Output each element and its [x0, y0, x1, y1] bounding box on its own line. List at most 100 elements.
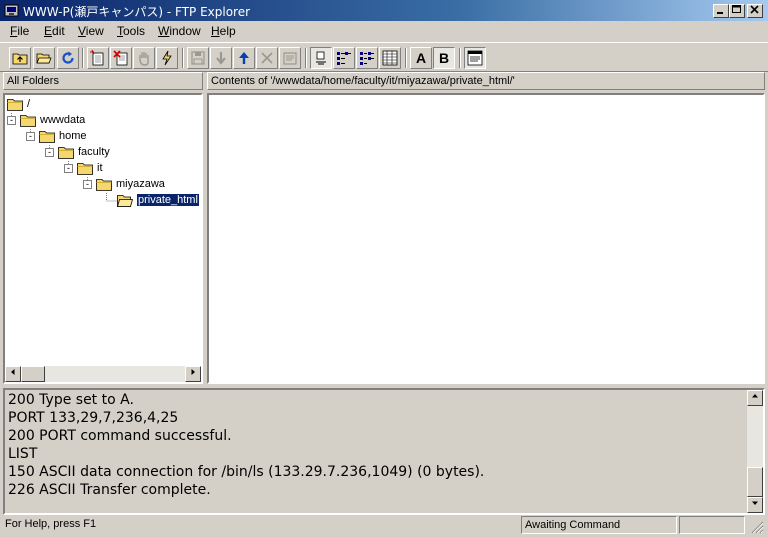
arrow-up-icon [752, 394, 758, 398]
open-button[interactable] [33, 47, 55, 69]
menu-tools[interactable]: Tools [117, 24, 145, 38]
log-scroll-thumb[interactable] [747, 467, 763, 497]
close-icon [750, 5, 759, 14]
tree-item-label: miyazawa [116, 178, 165, 190]
minimize-icon [717, 12, 723, 14]
large-icons-view-button[interactable] [310, 47, 332, 69]
new-folder-button[interactable] [87, 47, 109, 69]
collapse-toggle[interactable]: - [7, 115, 16, 125]
log-window[interactable]: 200 Type set to A. PORT 133,29,7,236,4,2… [3, 388, 765, 515]
menu-file[interactable]: File [10, 24, 29, 38]
properties-icon [283, 52, 297, 65]
tree-item-private-html[interactable]: private_html [117, 192, 200, 208]
folder-icon [20, 114, 36, 127]
tree-item-wwwdata[interactable]: - wwwdata [7, 112, 85, 128]
new-folder-icon [90, 50, 104, 66]
scroll-up-button[interactable] [747, 390, 763, 406]
file-list-pane[interactable] [207, 93, 765, 384]
title-bar[interactable]: WWW-P(瀬戸キャンパス) - FTP Explorer [0, 0, 768, 21]
tree-item-root[interactable]: / [7, 96, 30, 112]
menu-edit-label: Edit [44, 24, 65, 38]
properties-button[interactable] [279, 47, 301, 69]
tree-item-faculty[interactable]: - faculty [45, 144, 110, 160]
binary-mode-button[interactable]: B [433, 47, 455, 69]
tree-item-it[interactable]: - it [64, 160, 103, 176]
menu-view[interactable]: View [78, 24, 104, 38]
menu-help-label: Help [211, 24, 236, 38]
save-button[interactable] [187, 47, 209, 69]
folder-icon [58, 146, 74, 159]
toolbar-separator [405, 48, 407, 68]
tree-item-home[interactable]: - home [26, 128, 87, 144]
list-view-icon [360, 52, 374, 65]
close-button[interactable] [747, 4, 763, 18]
collapse-toggle[interactable]: - [45, 147, 54, 157]
minimize-button[interactable] [713, 4, 729, 18]
details-view-button[interactable] [379, 47, 401, 69]
list-view-button[interactable] [356, 47, 378, 69]
menu-edit[interactable]: Edit [44, 24, 65, 38]
status-state-panel: Awaiting Command [521, 516, 677, 534]
maximize-icon [732, 5, 741, 13]
cancel-icon [261, 52, 273, 64]
menu-window[interactable]: Window [158, 24, 201, 38]
log-line: PORT 133,29,7,236,4,25 [8, 410, 179, 426]
log-line: 150 ASCII data connection for /bin/ls (1… [8, 464, 485, 480]
scroll-down-button[interactable] [747, 497, 763, 513]
connect-button[interactable] [156, 47, 178, 69]
cancel-button[interactable] [256, 47, 278, 69]
menu-window-label: Window [158, 24, 201, 38]
maximize-button[interactable] [729, 4, 745, 18]
scroll-right-button[interactable] [185, 366, 201, 382]
tree-item-label: home [59, 130, 87, 142]
log-line: 226 ASCII Transfer complete. [8, 482, 211, 498]
hand-button[interactable] [133, 47, 155, 69]
toolbar-separator [459, 48, 461, 68]
log-window-icon [467, 50, 483, 66]
arrow-left-icon [11, 369, 15, 375]
upload-icon [239, 52, 249, 64]
resize-grip-icon[interactable] [750, 520, 764, 534]
toolbar-separator [182, 48, 184, 68]
folder-icon [39, 130, 55, 143]
left-pane-header: All Folders [3, 72, 203, 90]
delete-button[interactable] [110, 47, 132, 69]
window-title: WWW-P(瀬戸キャンパス) - FTP Explorer [23, 5, 251, 19]
collapse-toggle[interactable]: - [83, 179, 92, 189]
up-folder-icon [12, 53, 28, 65]
small-icons-view-icon [337, 52, 351, 65]
tree-item-label: wwwdata [40, 114, 86, 126]
scroll-left-button[interactable] [5, 366, 21, 382]
folder-icon [77, 162, 93, 175]
details-view-icon [382, 50, 398, 66]
upload-button[interactable] [233, 47, 255, 69]
tree-item-label: faculty [78, 146, 110, 158]
log-line: 200 PORT command successful. [8, 428, 232, 444]
refresh-button[interactable] [57, 47, 79, 69]
folder-tree[interactable]: / - wwwdata - home - faculty - it - miya… [3, 93, 203, 384]
ascii-mode-label: A [415, 50, 427, 66]
arrow-down-icon [752, 501, 758, 505]
menu-tools-label: Tools [117, 24, 146, 38]
tree-scroll-thumb[interactable] [21, 366, 45, 382]
log-line: 200 Type set to A. [8, 392, 134, 408]
status-bar: For Help, press F1 Awaiting Command [0, 516, 768, 537]
right-pane-header: Contents of '/wwwdata/home/faculty/it/mi… [207, 72, 765, 90]
download-button[interactable] [210, 47, 232, 69]
collapse-toggle[interactable]: - [64, 163, 73, 173]
large-icons-view-icon [316, 51, 326, 65]
tree-item-label: private_html [136, 193, 200, 207]
menu-help[interactable]: Help [211, 24, 236, 38]
status-help-text: For Help, press F1 [5, 518, 97, 530]
log-window-button[interactable] [464, 47, 486, 69]
menu-file-label: File [10, 24, 30, 38]
tree-item-miyazawa[interactable]: - miyazawa [83, 176, 165, 192]
toolbar-separator [305, 48, 307, 68]
up-folder-button[interactable] [9, 47, 31, 69]
ascii-mode-button[interactable]: A [410, 47, 432, 69]
collapse-toggle[interactable]: - [26, 131, 35, 141]
binary-mode-label: B [438, 50, 450, 66]
folder-icon [96, 178, 112, 191]
small-icons-view-button[interactable] [333, 47, 355, 69]
arrow-right-icon [191, 369, 195, 375]
